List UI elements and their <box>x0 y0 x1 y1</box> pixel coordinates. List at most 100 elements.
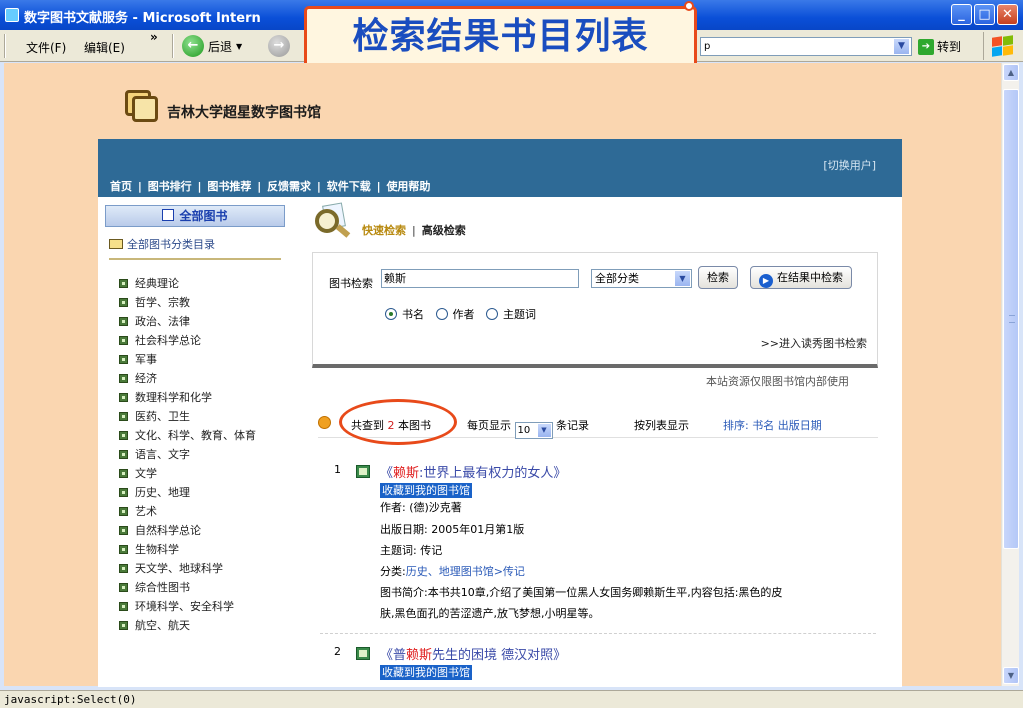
radio-author[interactable] <box>435 308 448 320</box>
edit-menu[interactable]: 编辑(E) <box>84 39 125 56</box>
record-category: 分类:历史、地理图书馆>传记 <box>380 564 525 580</box>
menu-chevron[interactable]: » <box>150 30 158 44</box>
record-summary-line-1: 图书简介:本书共10章,介绍了美国第一位黑人女国务卿赖斯生平,内容包括:黑色的皮 <box>380 586 783 599</box>
sort-options[interactable]: 排序: 书名 出版日期 <box>723 417 822 433</box>
category-item[interactable]: 生物科学 <box>117 540 287 559</box>
ie-app-icon <box>5 8 19 22</box>
go-label: 转到 <box>937 40 962 54</box>
category-item[interactable]: 政治、法律 <box>117 312 287 331</box>
title-suffix: 先生的困境 德汉对照》 <box>432 648 567 663</box>
category-label: 艺术 <box>135 505 157 518</box>
category-label: 社会科学总论 <box>135 334 201 347</box>
category-link[interactable]: 历史、地理图书馆>传记 <box>406 565 525 578</box>
category-bullet-icon <box>119 298 128 307</box>
nav-download[interactable]: 软件下载 <box>327 180 371 193</box>
category-item[interactable]: 环境科学、安全科学 <box>117 597 287 616</box>
category-item[interactable]: 航空、航天 <box>117 616 287 635</box>
per-page-label: 每页显示 <box>467 419 511 432</box>
add-to-library-button[interactable]: 收藏到我的图书馆 <box>380 483 472 498</box>
category-item[interactable]: 文学 <box>117 464 287 483</box>
category-bullet-icon <box>119 374 128 383</box>
category-item[interactable]: 语言、文字 <box>117 445 287 464</box>
folder-open-icon <box>109 239 123 249</box>
book-cover-icon[interactable] <box>356 465 370 478</box>
category-bullet-icon <box>119 393 128 402</box>
category-bullet-icon <box>119 431 128 440</box>
address-input[interactable]: p <box>700 37 912 56</box>
category-item[interactable]: 哲学、宗教 <box>117 293 287 312</box>
list-view-link[interactable]: 按列表显示 <box>634 417 689 433</box>
scroll-down-icon[interactable]: ▼ <box>1003 667 1019 684</box>
add-to-library-button[interactable]: 收藏到我的图书馆 <box>380 665 472 680</box>
record-subject: 主题词: 传记 <box>380 544 443 557</box>
maximize-button[interactable]: □ <box>974 4 995 25</box>
search-input[interactable]: 赖斯 <box>381 269 579 288</box>
category-item[interactable]: 经济 <box>117 369 287 388</box>
close-button[interactable]: ✕ <box>997 4 1018 25</box>
category-select[interactable]: 全部分类 ▼ <box>591 269 692 288</box>
scroll-grip-icon <box>1009 315 1015 323</box>
tab-quick-search[interactable]: 快速检索 <box>362 224 406 237</box>
tab-separator: | <box>412 224 416 237</box>
category-item[interactable]: 综合性图书 <box>117 578 287 597</box>
category-item[interactable]: 艺术 <box>117 502 287 521</box>
category-item[interactable]: 自然科学总论 <box>117 521 287 540</box>
radio-title[interactable] <box>385 308 397 320</box>
category-item[interactable]: 文化、科学、教育、体育 <box>117 426 287 445</box>
nav-recommend[interactable]: 图书推荐 <box>207 180 251 193</box>
category-bullet-icon <box>119 317 128 326</box>
switch-user-link[interactable]: [切换用户] <box>823 157 876 173</box>
category-bullet-icon <box>119 469 128 478</box>
per-page-select[interactable]: 10 ▼ <box>514 422 553 439</box>
nav-ranking[interactable]: 图书排行 <box>148 180 192 193</box>
nav-home[interactable]: 首页 <box>110 180 132 193</box>
book-icon <box>162 209 175 221</box>
category-heading[interactable]: 全部图书分类目录 <box>109 236 281 260</box>
record-index: 1 <box>334 463 341 476</box>
category-item[interactable]: 经典理论 <box>117 274 287 293</box>
category-bullet-icon <box>119 583 128 592</box>
category-item[interactable]: 社会科学总论 <box>117 331 287 350</box>
vertical-scrollbar[interactable]: ▲ ▼ <box>1001 63 1019 686</box>
radio-title-label: 书名 <box>402 308 424 321</box>
status-bar: javascript:Select(0) <box>0 690 1023 708</box>
scroll-thumb[interactable] <box>1003 89 1019 549</box>
book-cover-icon[interactable] <box>356 647 370 660</box>
tab-advanced-search[interactable]: 高级检索 <box>422 224 466 237</box>
category-label: 综合性图书 <box>135 581 190 594</box>
category-item[interactable]: 医药、卫生 <box>117 407 287 426</box>
library-logo-icon <box>123 86 161 124</box>
scroll-up-icon[interactable]: ▲ <box>1003 64 1019 81</box>
category-item[interactable]: 数理科学和化学 <box>117 388 287 407</box>
go-button[interactable]: ➔ 转到 <box>918 38 961 55</box>
title-highlight: 赖斯 <box>406 648 433 663</box>
per-page-value: 10 <box>517 425 531 436</box>
category-item[interactable]: 历史、地理 <box>117 483 287 502</box>
site-logo[interactable]: 吉林大学超星数字图书馆 <box>123 86 321 124</box>
forward-button[interactable]: → <box>268 35 290 57</box>
back-dropdown-icon[interactable]: ▼ <box>236 42 242 51</box>
category-bullet-icon <box>119 564 128 573</box>
category-bullet-icon <box>119 355 128 364</box>
nav-feedback[interactable]: 反馈需求 <box>267 180 311 193</box>
file-menu[interactable]: 文件(F) <box>26 39 66 56</box>
category-item[interactable]: 军事 <box>117 350 287 369</box>
category-label: 军事 <box>135 353 157 366</box>
callout-pointer <box>684 1 694 11</box>
category-heading-label: 全部图书分类目录 <box>127 238 215 251</box>
search-label: 图书检索 <box>329 277 373 290</box>
all-books-tab[interactable]: 全部图书 <box>105 205 285 227</box>
minimize-button[interactable]: _ <box>951 4 972 25</box>
category-label: 数理科学和化学 <box>135 391 212 404</box>
address-dropdown-icon[interactable]: ▼ <box>893 38 910 55</box>
toolbar-separator <box>172 34 174 58</box>
back-button[interactable]: ← 后退 ▼ <box>182 33 242 59</box>
radio-subject[interactable] <box>486 308 498 320</box>
record-title-link[interactable]: 《赖斯:世界上最有权力的女人》 <box>380 462 566 481</box>
nav-help[interactable]: 使用帮助 <box>386 180 430 193</box>
search-within-button[interactable]: ▶ 在结果中检索 <box>750 266 852 289</box>
record-title-link[interactable]: 《普赖斯先生的困境 德汉对照》 <box>380 644 566 663</box>
search-button[interactable]: 检索 <box>698 266 738 289</box>
category-item[interactable]: 天文学、地球科学 <box>117 559 287 578</box>
duxiu-search-link[interactable]: >>进入读秀图书检索 <box>761 335 867 351</box>
